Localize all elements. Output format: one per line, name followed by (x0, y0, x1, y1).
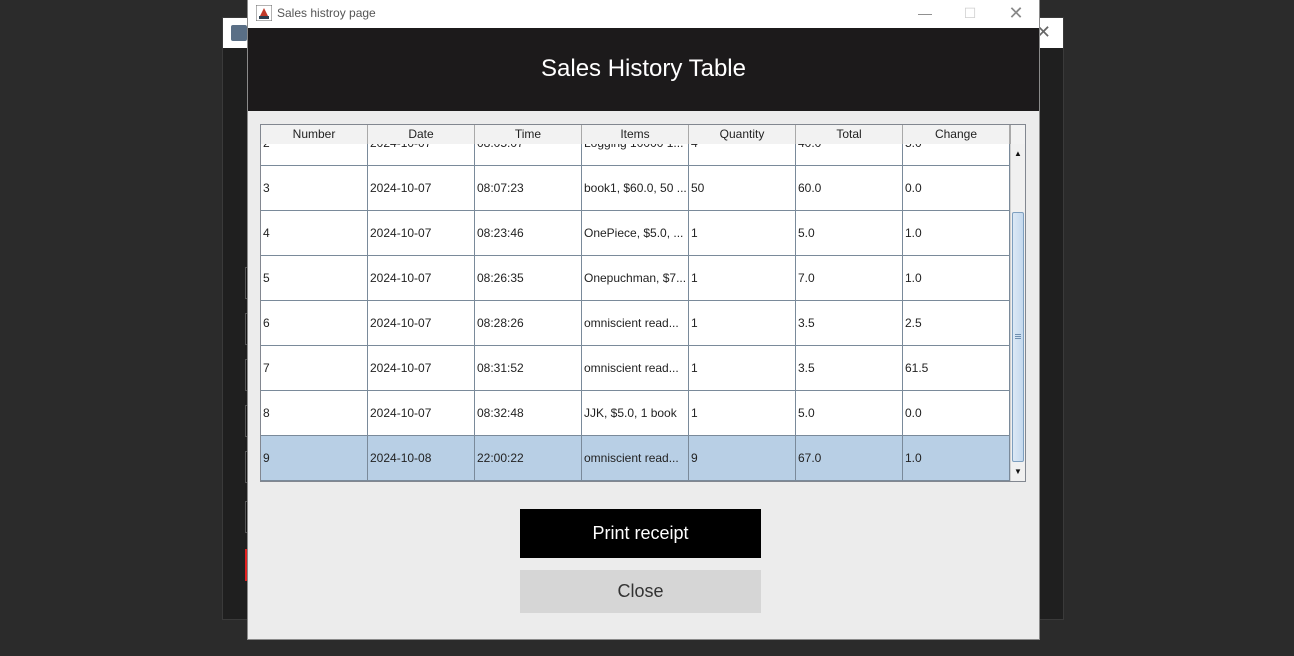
window-title: Sales histroy page (277, 6, 376, 20)
cell-date[interactable]: 2024-10-07 (368, 346, 475, 390)
scroll-up-arrow-icon[interactable]: ▲ (1011, 146, 1025, 161)
cell-number[interactable]: 7 (261, 346, 368, 390)
cell-total[interactable]: 67.0 (796, 436, 903, 480)
cell-date[interactable]: 2024-10-07 (368, 211, 475, 255)
cell-change[interactable]: 1.0 (903, 436, 1010, 480)
column-header-total[interactable]: Total (796, 125, 903, 144)
cell-items[interactable]: omniscient read... (582, 301, 689, 345)
cell-quantity[interactable]: 9 (689, 436, 796, 480)
scrollbar-thumb[interactable] (1012, 212, 1024, 462)
cell-time[interactable]: 08:26:35 (475, 256, 582, 300)
cell-number[interactable]: 4 (261, 211, 368, 255)
grip-icon (1015, 334, 1021, 340)
minimize-icon[interactable]: — (902, 0, 948, 28)
print-receipt-button[interactable]: Print receipt (520, 509, 761, 558)
cell-number[interactable]: 9 (261, 436, 368, 480)
vertical-scrollbar[interactable]: ▲ ▼ (1010, 144, 1025, 481)
cell-time[interactable]: 08:31:52 (475, 346, 582, 390)
column-header-time[interactable]: Time (475, 125, 582, 144)
cell-number[interactable]: 5 (261, 256, 368, 300)
sales-table[interactable]: NumberDateTimeItemsQuantityTotalChange 2… (260, 124, 1026, 482)
cell-items[interactable]: JJK, $5.0, 1 book (582, 391, 689, 435)
titlebar: Sales histroy page — ☐ ✕ (248, 0, 1039, 28)
column-header-change[interactable]: Change (903, 125, 1010, 144)
cell-quantity[interactable]: 1 (689, 346, 796, 390)
table-row[interactable]: 7 2024-10-07 08:31:52 omniscient read... 1 3.… (261, 346, 1010, 391)
cell-time[interactable]: 08:23:46 (475, 211, 582, 255)
cell-change[interactable]: 1.0 (903, 211, 1010, 255)
cell-total[interactable]: 5.0 (796, 211, 903, 255)
cell-change[interactable]: 5.0 (903, 144, 1010, 165)
cell-date[interactable]: 2024-10-07 (368, 256, 475, 300)
cell-date[interactable]: 2024-10-07 (368, 301, 475, 345)
cell-quantity[interactable]: 1 (689, 256, 796, 300)
table-row[interactable]: 6 2024-10-07 08:28:26 omniscient read... 1 3.… (261, 301, 1010, 346)
cell-change[interactable]: 61.5 (903, 346, 1010, 390)
cell-items[interactable]: Logging 10000 1... (582, 144, 689, 165)
cell-total[interactable]: 3.5 (796, 346, 903, 390)
java-app-icon (231, 25, 247, 41)
cell-quantity[interactable]: 1 (689, 391, 796, 435)
cell-time[interactable]: 08:32:48 (475, 391, 582, 435)
cell-total[interactable]: 3.5 (796, 301, 903, 345)
cell-total[interactable]: 7.0 (796, 256, 903, 300)
scroll-down-arrow-icon[interactable]: ▼ (1011, 464, 1025, 479)
cell-items[interactable]: book1, $60.0, 50 ... (582, 166, 689, 210)
cell-date[interactable]: 2024-10-07 (368, 144, 475, 165)
cell-total[interactable]: 40.0 (796, 144, 903, 165)
table-row[interactable]: 3 2024-10-07 08:07:23 book1, $60.0, 50 ... 5… (261, 166, 1010, 211)
cell-time[interactable]: 08:05:07 (475, 144, 582, 165)
java-app-icon (256, 5, 272, 21)
column-header-number[interactable]: Number (261, 125, 368, 144)
cell-time[interactable]: 08:28:26 (475, 301, 582, 345)
cell-items[interactable]: Onepuchman, $7... (582, 256, 689, 300)
table-row[interactable]: 8 2024-10-07 08:32:48 JJK, $5.0, 1 book 1 5.0… (261, 391, 1010, 436)
table-header: Number Date Time Items Quantity Total Change (261, 125, 1025, 145)
cell-quantity[interactable]: 1 (689, 301, 796, 345)
cell-number[interactable]: 6 (261, 301, 368, 345)
cell-total[interactable]: 60.0 (796, 166, 903, 210)
column-header-quantity[interactable]: Quantity (689, 125, 796, 144)
column-header-date[interactable]: Date (368, 125, 475, 144)
table-row[interactable]: 22024-10-0708:05:07Logging 10000 1...440… (261, 144, 1010, 166)
cell-items[interactable]: omniscient read... (582, 436, 689, 480)
sales-history-dialog: Sales histroy page — ☐ ✕ Sales History T… (248, 0, 1039, 639)
cell-change[interactable]: 1.0 (903, 256, 1010, 300)
table-body: 22024-10-0708:05:07Logging 10000 1...440… (261, 144, 1010, 481)
cell-time[interactable]: 08:07:23 (475, 166, 582, 210)
header-banner: Sales History Table (248, 28, 1039, 111)
close-icon[interactable]: ✕ (993, 0, 1039, 28)
table-corner (1010, 125, 1025, 144)
cell-date[interactable]: 2024-10-07 (368, 166, 475, 210)
table-row[interactable]: 4 2024-10-07 08:23:46 OnePiece, $5.0, ... 1 5… (261, 211, 1010, 256)
cell-number[interactable]: 2 (261, 144, 368, 165)
cell-number[interactable]: 8 (261, 391, 368, 435)
table-row[interactable]: 9 2024-10-08 22:00:22 omniscient read... 9 67… (261, 436, 1010, 481)
cell-date[interactable]: 2024-10-08 (368, 436, 475, 480)
cell-change[interactable]: 0.0 (903, 166, 1010, 210)
maximize-icon: ☐ (963, 5, 977, 21)
close-button[interactable]: Close (520, 570, 761, 613)
cell-total[interactable]: 5.0 (796, 391, 903, 435)
cell-quantity[interactable]: 1 (689, 211, 796, 255)
cell-date[interactable]: 2024-10-07 (368, 391, 475, 435)
cell-items[interactable]: OnePiece, $5.0, ... (582, 211, 689, 255)
cell-time[interactable]: 22:00:22 (475, 436, 582, 480)
table-row[interactable]: 5 2024-10-07 08:26:35 Onepuchman, $7... 1 7.0… (261, 256, 1010, 301)
column-header-items[interactable]: Items (582, 125, 689, 144)
cell-quantity[interactable]: 4 (689, 144, 796, 165)
cell-quantity[interactable]: 50 (689, 166, 796, 210)
cell-number[interactable]: 3 (261, 166, 368, 210)
page-title: Sales History Table (541, 55, 746, 82)
cell-change[interactable]: 0.0 (903, 391, 1010, 435)
cell-change[interactable]: 2.5 (903, 301, 1010, 345)
cell-items[interactable]: omniscient read... (582, 346, 689, 390)
